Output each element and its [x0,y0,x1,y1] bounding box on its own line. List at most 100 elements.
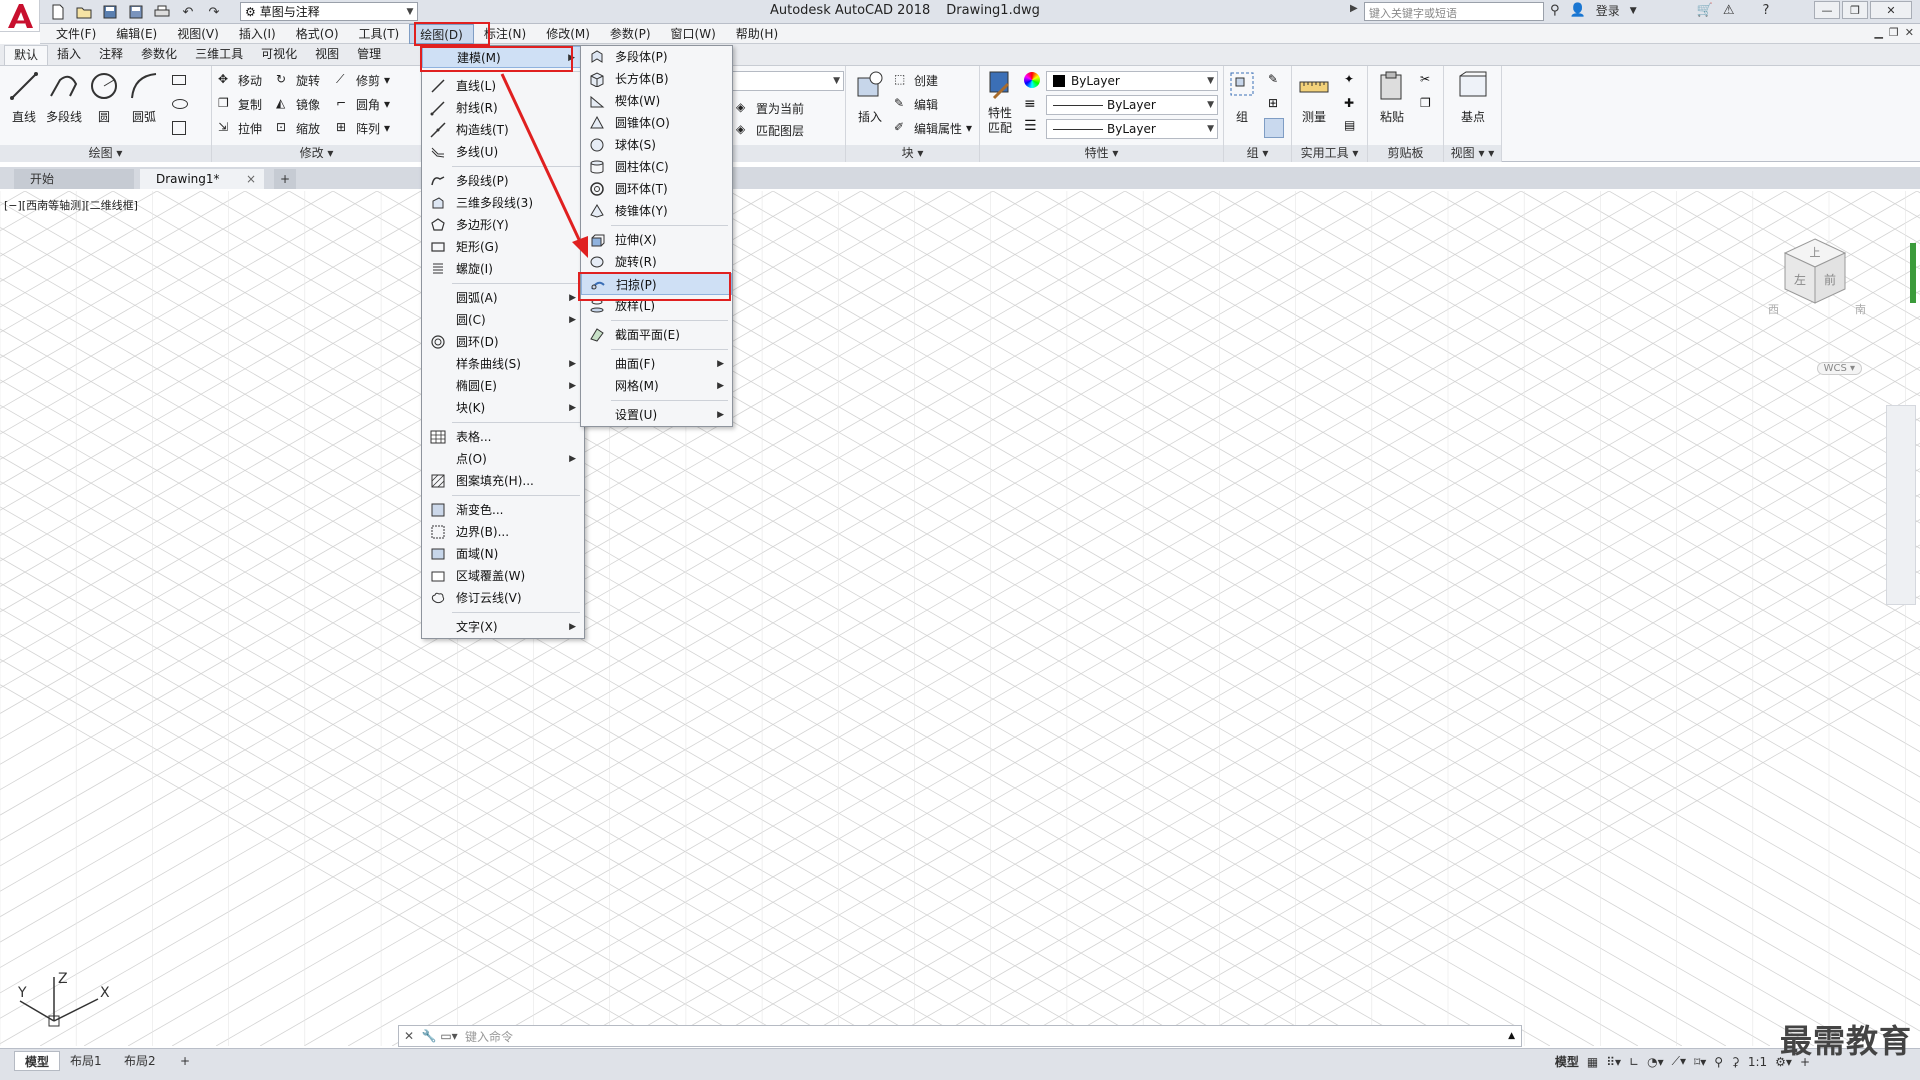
mirror-tool[interactable]: ◭ 镜像 [276,94,320,114]
menu-2[interactable]: 视图(V) [167,24,229,44]
snap-icon[interactable]: ⠿▾ [1606,1055,1621,1069]
calculator-icon[interactable]: ▤ [1344,118,1355,132]
copy-clip-icon[interactable]: ❐ [1420,96,1431,110]
menu-item[interactable]: 截面平面(E) [581,324,732,346]
workspace-select[interactable]: ⚙ 草图与注释 ▼ [240,2,418,21]
group-edit-icon[interactable]: ⊞ [1268,96,1278,110]
ribbon-tab-6[interactable]: 视图 [306,45,348,65]
menu-item[interactable]: 椭圆(E) ▶ [422,375,584,397]
ungroup-icon[interactable]: ✎ [1268,72,1278,86]
customize-icon[interactable]: 🔧 [419,1029,439,1043]
grid-icon[interactable]: ▦ [1587,1055,1598,1069]
measure-tool[interactable]: 测量 [1294,70,1334,125]
menu-item[interactable]: 圆柱体(C) [581,156,732,178]
color-combo[interactable]: ByLayer ▼ [1046,71,1218,91]
menu-10[interactable]: 窗口(W) [661,24,726,44]
menu-item[interactable]: 样条曲线(S) ▶ [422,353,584,375]
group-tool[interactable]: 组 [1226,70,1258,125]
menu-item[interactable]: 长方体(B) [581,68,732,90]
osnap-icon[interactable]: ⌑▾ [1694,1055,1706,1069]
tab-layout2[interactable]: 布局2 [114,1051,166,1071]
menu-item[interactable]: 扫掠(P) [581,273,732,295]
user-icon[interactable]: 👤 [1570,3,1586,18]
modify-panel-title[interactable]: 修改 ▾ [212,145,421,162]
tab-layout1[interactable]: 布局1 [60,1051,112,1071]
command-input[interactable]: 键入命令 [465,1028,513,1045]
ellipse-tool[interactable] [172,94,188,114]
edit-block-tool[interactable]: ✎ 编辑 [894,94,938,114]
layer-combo[interactable]: ▼ [732,71,844,91]
doc-minimize-icon[interactable]: ▁ [1874,26,1882,39]
menu-item[interactable]: 渐变色... [422,499,584,521]
polyline-tool[interactable]: 多段线 [44,70,84,125]
menu-5[interactable]: 工具(T) [349,24,410,44]
ribbon-tab-3[interactable]: 参数化 [132,45,186,65]
rectangle-tool[interactable] [172,70,186,90]
viewcube[interactable]: 上 左 前 西 南 [1760,231,1870,331]
menu-item[interactable]: 拉伸(X) [581,229,732,251]
lineweight-icon[interactable]: ☰ [1024,118,1037,134]
menu-item[interactable]: 旋转(R) [581,251,732,273]
print-icon[interactable] [152,3,172,21]
menu-item[interactable]: 区域覆盖(W) [422,565,584,587]
search-expand-icon[interactable]: ▶ [1350,3,1358,14]
exchange-icon[interactable]: ⚠ [1723,3,1735,18]
make-current-tool[interactable]: ◈ 置为当前 [736,98,804,118]
menu-item[interactable]: 楔体(W) [581,90,732,112]
match-layer-tool[interactable]: ◈ 匹配图层 [736,120,804,140]
paste-tool[interactable]: 粘贴 [1372,70,1412,125]
annotation-visibility-icon[interactable]: ⚲ [1714,1055,1723,1069]
linetype-combo[interactable]: ByLayer ▼ [1046,95,1218,115]
menu-item[interactable]: 曲面(F) ▶ [581,353,732,375]
copy-tool[interactable]: ❐ 复制 [218,94,262,114]
isodraft-icon[interactable]: ⟋▾ [1672,1054,1686,1069]
quick-select-icon[interactable]: ✦ [1344,72,1354,86]
menu-0[interactable]: 文件(F) [46,24,106,44]
menu-item[interactable]: 圆环(D) [422,331,584,353]
doc-close-icon[interactable]: ✕ [1905,26,1914,39]
close-command-icon[interactable]: ✕ [399,1029,419,1043]
redo-icon[interactable]: ↷ [204,3,224,21]
polar-icon[interactable]: ◔▾ [1647,1055,1664,1069]
circle-tool[interactable]: 圆 [84,70,124,125]
hatch-tool[interactable] [172,118,186,138]
close-icon[interactable]: × [246,169,256,189]
menu-item[interactable]: 建模(M) ▶ [422,46,584,68]
scale-tool[interactable]: ⊡ 缩放 [276,118,320,138]
group-select-icon[interactable] [1264,118,1284,138]
menu-item[interactable]: 圆弧(A) ▶ [422,287,584,309]
new-tab-button[interactable]: + [274,169,296,189]
ribbon-tab-0[interactable]: 默认 [4,45,49,65]
restore-icon[interactable]: ❐ [1842,1,1868,19]
menu-item[interactable]: 网格(M) ▶ [581,375,732,397]
fillet-tool[interactable]: ⌐ 圆角 ▾ [336,94,390,114]
undo-icon[interactable]: ↶ [178,3,198,21]
model-space-toggle[interactable]: 模型 [1555,1053,1579,1070]
open-file-icon[interactable] [74,3,94,21]
tab-model[interactable]: 模型 [14,1051,61,1071]
move-tool[interactable]: ✥ 移动 [218,70,262,90]
menu-item[interactable]: 设置(U) ▶ [581,404,732,426]
menu-9[interactable]: 参数(P) [600,24,661,44]
properties-panel-title[interactable]: 特性 ▾ [980,145,1223,162]
id-point-icon[interactable]: ✚ [1344,96,1354,110]
menu-item[interactable]: 圆(C) ▶ [422,309,584,331]
menu-item[interactable]: 表格... [422,426,584,448]
binoculars-icon[interactable]: ⚲ [1550,3,1560,18]
menu-4[interactable]: 格式(O) [286,24,349,44]
ribbon-tab-2[interactable]: 注释 [90,45,132,65]
drawing-canvas[interactable]: [−][西南等轴测][二维线框] 上 左 前 西 南 WCS ▾ X Y Z [0,191,1920,1046]
save-icon[interactable] [100,3,120,21]
menu-7[interactable]: 标注(N) [474,24,536,44]
navigation-bar[interactable] [1886,405,1916,605]
search-input[interactable]: 键入关键字或短语 [1364,2,1544,21]
chevron-up-icon[interactable]: ▲ [1508,1031,1515,1041]
cut-icon[interactable]: ✂ [1420,72,1430,86]
minimize-icon[interactable]: — [1814,1,1840,19]
auto-scale-icon[interactable]: ⚳ [1731,1055,1740,1069]
base-point-tool[interactable]: 基点 [1453,70,1493,125]
add-layout-button[interactable]: + [170,1051,200,1071]
wcs-menu[interactable]: WCS ▾ [1816,362,1862,375]
ribbon-tab-1[interactable]: 插入 [48,45,90,65]
menu-item[interactable]: 修订云线(V) [422,587,584,609]
